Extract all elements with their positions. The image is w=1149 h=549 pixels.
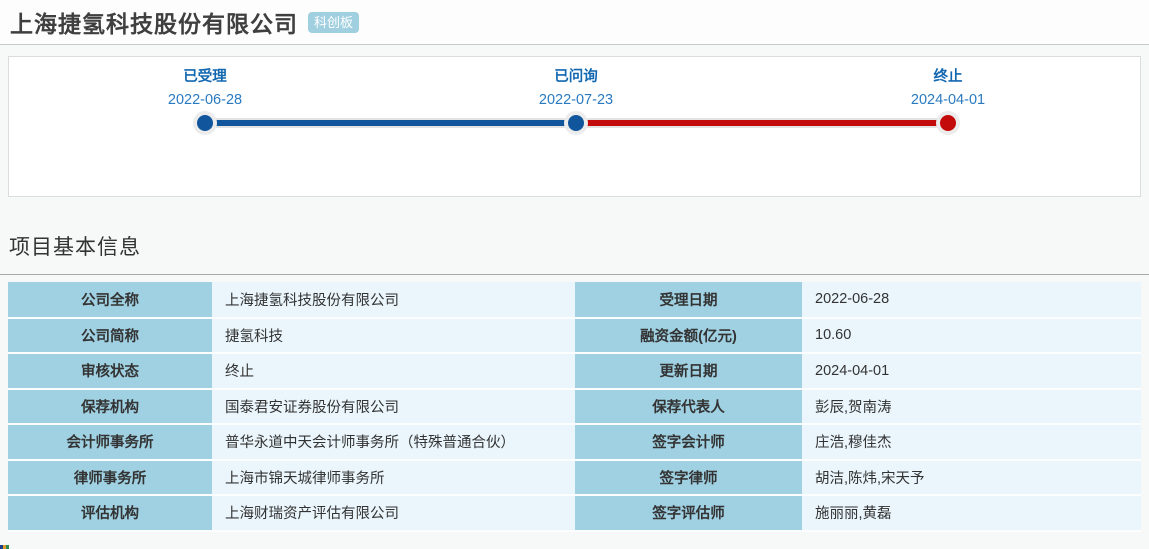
timeline-step-accepted: 已受理 2022-06-28 [125, 65, 285, 108]
table-row: 会计师事务所 普华永道中天会计师事务所（特殊普通合伙） 签字会计师 庄浩,穆佳杰 [8, 424, 1141, 460]
field-value: 上海财瑞资产评估有限公司 [212, 495, 575, 531]
field-label: 受理日期 [575, 282, 802, 318]
field-label: 审核状态 [8, 353, 212, 389]
timeline-step-inquired: 已问询 2022-07-23 [496, 65, 656, 108]
field-value: 终止 [212, 353, 575, 389]
field-value: 捷氢科技 [212, 318, 575, 354]
field-value: 国泰君安证券股份有限公司 [212, 389, 575, 425]
field-value: 施丽丽,黄磊 [802, 495, 1141, 531]
timeline-dot-icon [197, 115, 213, 131]
timeline-step-date: 2022-06-28 [125, 92, 285, 108]
timeline-dot-icon [940, 115, 956, 131]
page-title: 上海捷氢科技股份有限公司 [10, 5, 298, 39]
field-value: 彭辰,贺南涛 [802, 389, 1141, 425]
table-row: 公司简称 捷氢科技 融资金额(亿元) 10.60 [8, 318, 1141, 354]
field-value: 上海捷氢科技股份有限公司 [212, 282, 575, 318]
field-label: 会计师事务所 [8, 424, 212, 460]
timeline-step-label: 已受理 [125, 65, 285, 86]
field-label: 律师事务所 [8, 460, 212, 496]
field-label: 签字律师 [575, 460, 802, 496]
field-label: 签字评估师 [575, 495, 802, 531]
section-header: 项目基本信息 [0, 225, 1149, 275]
board-badge: 科创板 [308, 12, 359, 33]
timeline-step-label: 终止 [868, 65, 1028, 86]
timeline-dot-icon [568, 115, 584, 131]
timeline-segment-red [576, 120, 948, 126]
timeline-step-terminated: 终止 2024-04-01 [868, 65, 1028, 108]
table-row: 评估机构 上海财瑞资产评估有限公司 签字评估师 施丽丽,黄磊 [8, 495, 1141, 531]
table-row: 公司全称 上海捷氢科技股份有限公司 受理日期 2022-06-28 [8, 282, 1141, 318]
timeline-step-label: 已问询 [496, 65, 656, 86]
field-value: 2022-06-28 [802, 282, 1141, 318]
field-value: 10.60 [802, 318, 1141, 354]
page-header: 上海捷氢科技股份有限公司 科创板 [0, 0, 1149, 45]
field-label: 保荐代表人 [575, 389, 802, 425]
project-info-table: 公司全称 上海捷氢科技股份有限公司 受理日期 2022-06-28 公司简称 捷… [8, 282, 1141, 532]
field-value: 2024-04-01 [802, 353, 1141, 389]
field-label: 公司简称 [8, 318, 212, 354]
timeline-card: 已受理 2022-06-28 已问询 2022-07-23 终止 2024-04… [8, 56, 1141, 197]
table-row: 审核状态 终止 更新日期 2024-04-01 [8, 353, 1141, 389]
clipped-icon [0, 545, 9, 549]
field-value: 普华永道中天会计师事务所（特殊普通合伙） [212, 424, 575, 460]
field-label: 评估机构 [8, 495, 212, 531]
section-title: 项目基本信息 [9, 236, 141, 259]
field-label: 签字会计师 [575, 424, 802, 460]
field-label: 更新日期 [575, 353, 802, 389]
table-row: 律师事务所 上海市锦天城律师事务所 签字律师 胡洁,陈炜,宋天予 [8, 460, 1141, 496]
field-label: 保荐机构 [8, 389, 212, 425]
field-value: 庄浩,穆佳杰 [802, 424, 1141, 460]
field-label: 公司全称 [8, 282, 212, 318]
field-label: 融资金额(亿元) [575, 318, 802, 354]
timeline-segment-blue [205, 120, 576, 126]
field-value: 胡洁,陈炜,宋天予 [802, 460, 1141, 496]
timeline-step-date: 2022-07-23 [496, 92, 656, 108]
timeline-step-date: 2024-04-01 [868, 92, 1028, 108]
table-row: 保荐机构 国泰君安证券股份有限公司 保荐代表人 彭辰,贺南涛 [8, 389, 1141, 425]
field-value: 上海市锦天城律师事务所 [212, 460, 575, 496]
